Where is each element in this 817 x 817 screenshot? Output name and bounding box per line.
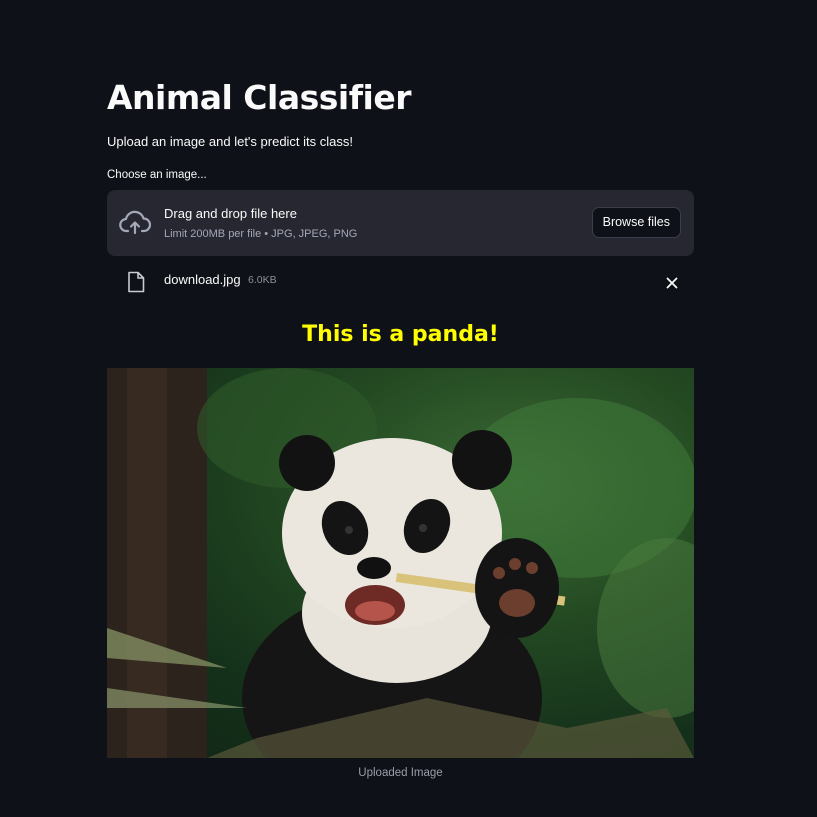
file-icon bbox=[128, 271, 145, 293]
dropzone-title: Drag and drop file here bbox=[164, 206, 297, 221]
cloud-upload-icon bbox=[119, 210, 151, 235]
app-page: Animal Classifier Upload an image and le… bbox=[0, 0, 817, 817]
page-subtitle: Upload an image and let's predict its cl… bbox=[107, 134, 353, 149]
browse-files-button[interactable]: Browse files bbox=[591, 207, 681, 238]
uploaded-image bbox=[107, 368, 694, 758]
dropzone-limit: Limit 200MB per file • JPG, JPEG, PNG bbox=[164, 228, 358, 240]
uploader-label: Choose an image... bbox=[107, 169, 207, 181]
panda-illustration bbox=[107, 368, 694, 758]
file-dropzone[interactable]: Drag and drop file here Limit 200MB per … bbox=[107, 190, 694, 256]
file-size: 6.0KB bbox=[248, 274, 277, 286]
file-name: download.jpg bbox=[164, 272, 241, 287]
image-caption: Uploaded Image bbox=[358, 767, 443, 779]
page-title: Animal Classifier bbox=[107, 78, 412, 117]
uploaded-file-row: download.jpg 6.0KB bbox=[107, 266, 694, 300]
prediction-result: This is a panda! bbox=[302, 322, 499, 347]
close-icon[interactable] bbox=[663, 274, 681, 292]
